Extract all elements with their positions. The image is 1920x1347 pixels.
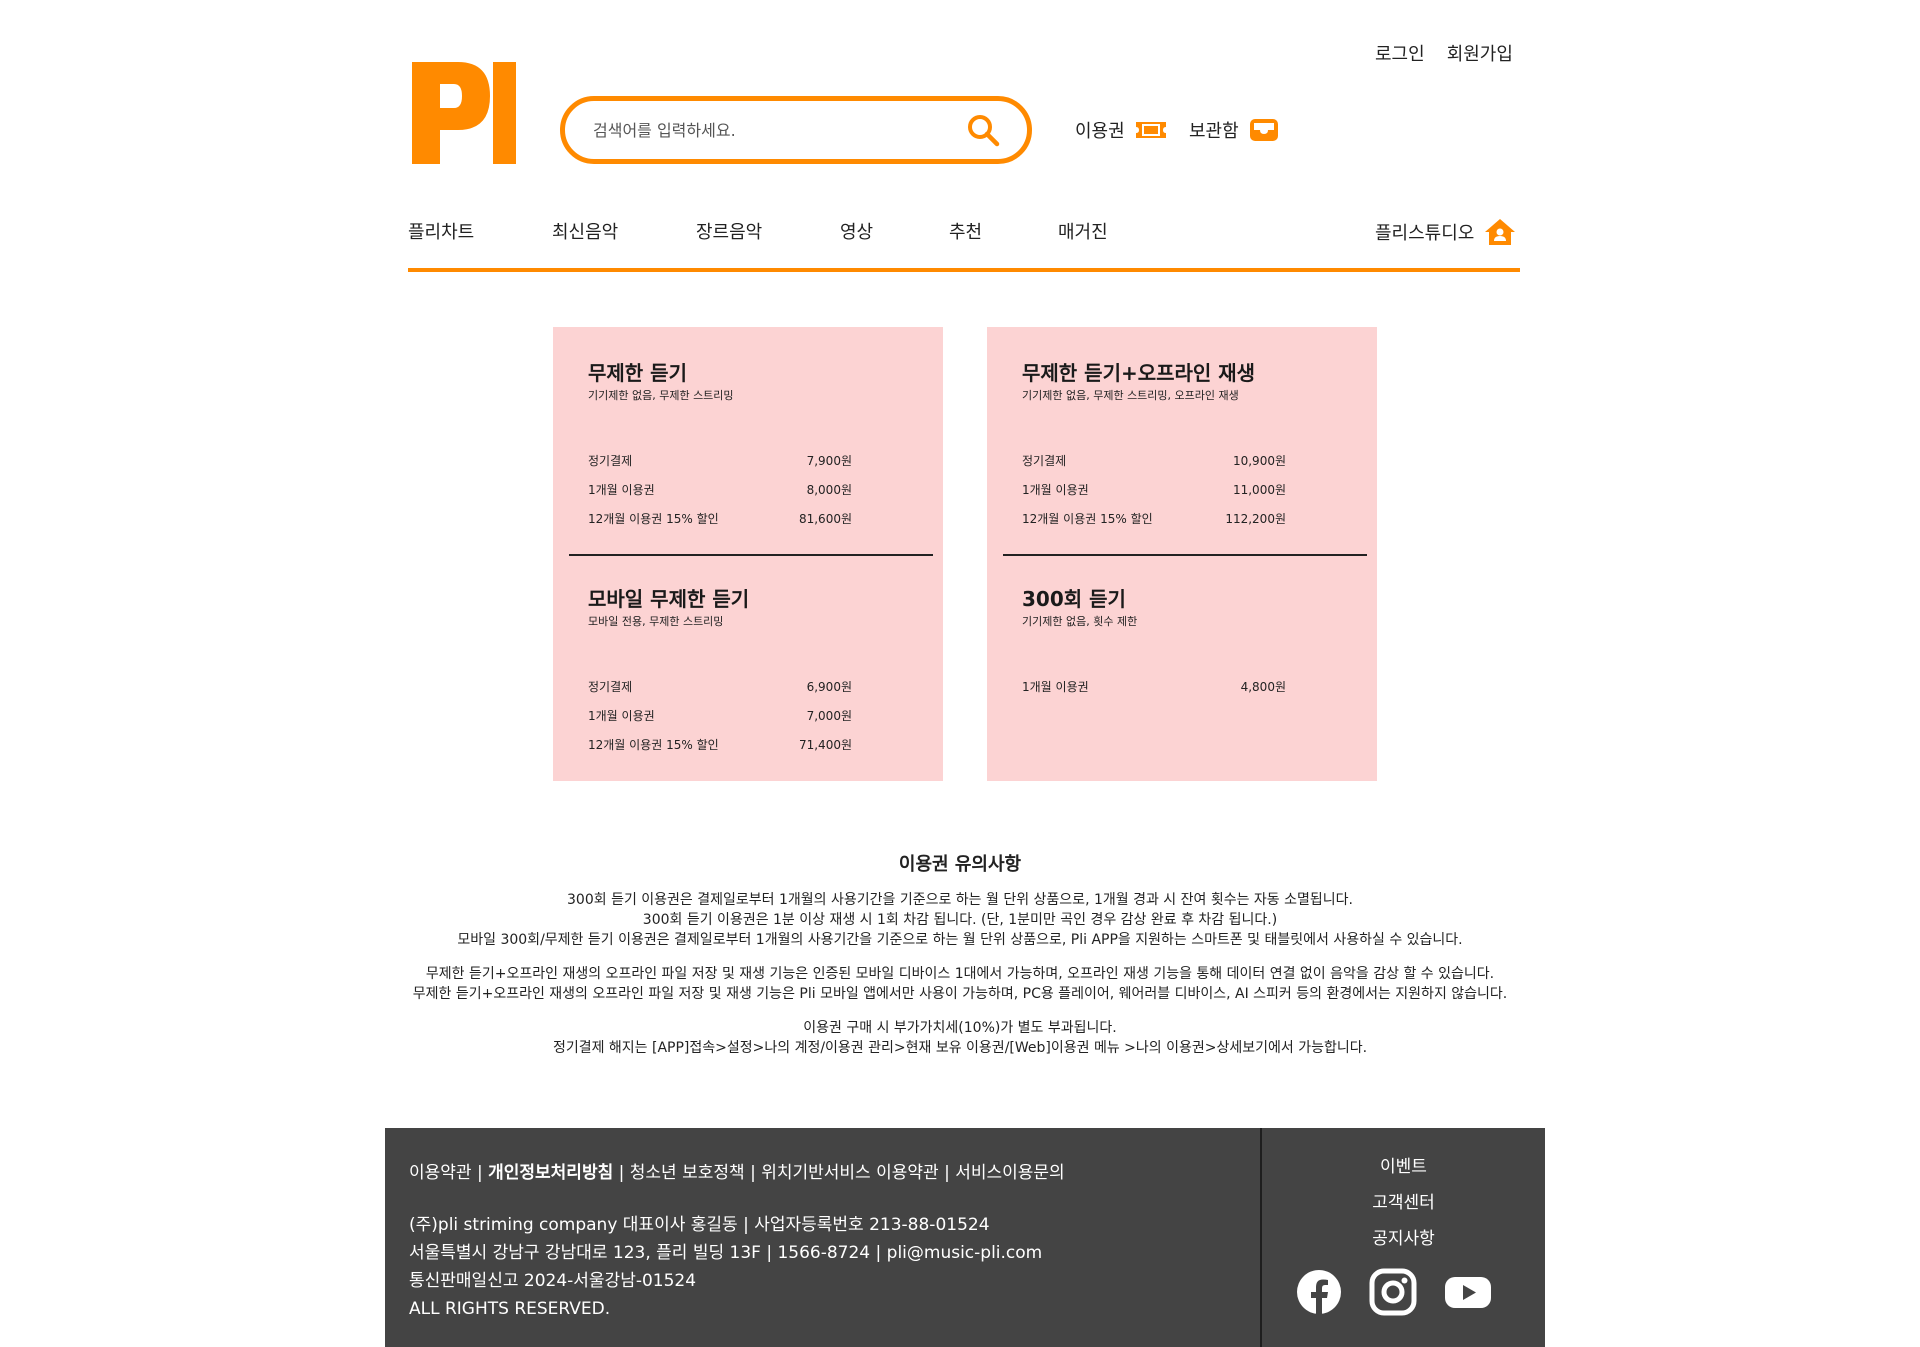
price-label: 12개월 이용권 15% 할인: [588, 738, 719, 752]
footer-separator: |: [613, 1163, 630, 1183]
footer-separator: |: [938, 1163, 956, 1183]
pli-logo[interactable]: [408, 60, 518, 168]
plan-title: 300회 듣기: [1022, 587, 1126, 611]
main-nav: 플리차트 최신음악 장르음악 영상 추천 매거진 플리스튜디오: [408, 218, 1520, 260]
footer-link-youth[interactable]: 청소년 보호정책: [630, 1163, 745, 1183]
search-input[interactable]: [591, 119, 965, 141]
address-line: 서울특별시 강남구 강남대로 123, 플리 빌딩 13F | 1566-872…: [409, 1243, 1043, 1263]
footer-links: 이용약관 | 개인정보처리방침 | 청소년 보호정책 | 위치기반서비스 이용약…: [409, 1158, 1065, 1183]
price-value: 11,000원: [1232, 483, 1286, 497]
footer-link-event[interactable]: 이벤트: [1262, 1156, 1545, 1192]
search-bar: [560, 96, 1032, 164]
nav-underline: [408, 268, 1520, 272]
price-label: 1개월 이용권: [1022, 483, 1089, 497]
nav-item-magazine[interactable]: 매거진: [1058, 218, 1108, 244]
footer-side-links: 이벤트 고객센터 공지사항: [1262, 1156, 1545, 1264]
nav-item-chart[interactable]: 플리차트: [408, 218, 474, 244]
price-value: 4,800원: [1240, 680, 1286, 694]
plan-subtitle: 기기제한 없음, 횟수 제한: [1022, 615, 1138, 628]
nav-item-video[interactable]: 영상: [840, 218, 873, 244]
footer-link-notice[interactable]: 공지사항: [1262, 1228, 1545, 1264]
price-label: 1개월 이용권: [588, 709, 655, 723]
price-label: 1개월 이용권: [1022, 680, 1089, 694]
price-label: 12개월 이용권 15% 할인: [1022, 512, 1153, 526]
plan-subtitle: 기기제한 없음, 무제한 스트리밍: [588, 389, 734, 402]
studio-label: 플리스튜디오: [1375, 223, 1475, 244]
price-label: 정기결제: [1022, 454, 1067, 468]
ticket-icon: [1135, 122, 1166, 138]
price-value: 6,900원: [806, 680, 852, 694]
youtube-icon[interactable]: [1443, 1268, 1493, 1316]
auth-links: 로그인 회원가입: [1375, 40, 1513, 66]
search-icon[interactable]: [965, 112, 1001, 148]
price-label: 1개월 이용권: [588, 483, 655, 497]
price-value: 7,900원: [806, 454, 852, 468]
company-line: (주)pli striming company 대표이사 홍길동 | 사업자등록…: [409, 1215, 990, 1235]
signup-link[interactable]: 회원가입: [1447, 40, 1513, 66]
plan-card-left: 무제한 듣기 기기제한 없음, 무제한 스트리밍 정기결제 7,900원 1개월…: [553, 327, 943, 781]
note-line: 이용권 구매 시 부가가치세(10%)가 별도 부과됩니다.: [803, 1020, 1117, 1036]
nav-item-genre[interactable]: 장르음악: [696, 218, 762, 244]
note-line: 300회 듣기 이용권은 1분 이상 재생 시 1회 차감 됩니다. (단, 1…: [642, 912, 1278, 928]
note-line: 무제한 듣기+오프라인 재생의 오프라인 파일 저장 및 재생 기능은 인증된 …: [425, 966, 1495, 982]
ticket-label: 이용권: [1075, 121, 1125, 142]
notes-group: 이용권 구매 시 부가가치세(10%)가 별도 부과됩니다. 정기결제 해지는 …: [0, 1018, 1920, 1058]
nav-item-latest[interactable]: 최신음악: [552, 218, 618, 244]
nav-item-recommend[interactable]: 추천: [949, 218, 982, 244]
registration-line: 통신판매일신고 2024-서울강남-01524: [409, 1271, 697, 1291]
ticket-menu[interactable]: 이용권: [1075, 117, 1167, 143]
notes-title: 이용권 유의사항: [898, 854, 1022, 875]
note-line: 300회 듣기 이용권은 결제일로부터 1개월의 사용기간을 기준으로 하는 월…: [567, 892, 1353, 908]
price-value: 112,200원: [1225, 512, 1286, 526]
inbox-icon: [1249, 119, 1278, 141]
note-line: 정기결제 해지는 [APP]접속>설정>나의 계정/이용권 관리>현재 보유 이…: [552, 1040, 1368, 1056]
notes-group: 무제한 듣기+오프라인 재생의 오프라인 파일 저장 및 재생 기능은 인증된 …: [0, 964, 1920, 1004]
note-line: 모바일 300회/무제한 듣기 이용권은 결제일로부터 1개월의 사용기간을 기…: [457, 932, 1463, 948]
plan-subtitle: 모바일 전용, 무제한 스트리밍: [588, 615, 724, 628]
footer-separator: |: [744, 1163, 762, 1183]
plan-title: 무제한 듣기+오프라인 재생: [1022, 361, 1256, 385]
price-label: 정기결제: [588, 680, 633, 694]
price-value: 7,000원: [806, 709, 852, 723]
price-value: 10,900원: [1232, 454, 1286, 468]
note-line: 무제한 듣기+오프라인 재생의 오프라인 파일 저장 및 재생 기능은 Pli …: [412, 986, 1508, 1002]
footer-link-support[interactable]: 고객센터: [1262, 1192, 1545, 1228]
site-footer: 이용약관 | 개인정보처리방침 | 청소년 보호정책 | 위치기반서비스 이용약…: [385, 1128, 1545, 1347]
studio-home-icon: [1485, 219, 1516, 245]
notes-group: 300회 듣기 이용권은 결제일로부터 1개월의 사용기간을 기준으로 하는 월…: [0, 890, 1920, 950]
company-info: (주)pli striming company 대표이사 홍길동 | 사업자등록…: [409, 1211, 1042, 1323]
storage-menu[interactable]: 보관함: [1189, 117, 1279, 143]
plan-title: 무제한 듣기: [588, 361, 687, 385]
storage-label: 보관함: [1189, 121, 1239, 142]
plan-card-right: 무제한 듣기+오프라인 재생 기기제한 없음, 무제한 스트리밍, 오프라인 재…: [987, 327, 1377, 781]
price-value: 71,400원: [798, 738, 852, 752]
login-link[interactable]: 로그인: [1375, 40, 1425, 66]
footer-link-location[interactable]: 위치기반서비스 이용약관: [761, 1163, 938, 1183]
plan-subtitle: 기기제한 없음, 무제한 스트리밍, 오프라인 재생: [1022, 389, 1239, 402]
price-value: 8,000원: [806, 483, 852, 497]
ticket-notes: 이용권 유의사항 300회 듣기 이용권은 결제일로부터 1개월의 사용기간을 …: [0, 850, 1920, 1072]
price-label: 정기결제: [588, 454, 633, 468]
footer-link-inquiry[interactable]: 서비스이용문의: [955, 1163, 1064, 1183]
instagram-icon[interactable]: [1369, 1268, 1417, 1316]
nav-item-studio[interactable]: 플리스튜디오: [1375, 218, 1516, 246]
facebook-icon[interactable]: [1295, 1268, 1343, 1316]
footer-link-privacy[interactable]: 개인정보처리방침: [488, 1163, 613, 1183]
price-label: 12개월 이용권 15% 할인: [588, 512, 719, 526]
plan-divider: [569, 554, 933, 556]
plan-title: 모바일 무제한 듣기: [588, 587, 750, 611]
footer-separator: |: [471, 1163, 489, 1183]
plan-divider: [1003, 554, 1367, 556]
price-value: 81,600원: [798, 512, 852, 526]
footer-link-terms[interactable]: 이용약관: [409, 1163, 472, 1183]
copyright-line: ALL RIGHTS RESERVED.: [409, 1299, 611, 1319]
social-links: [1295, 1268, 1493, 1316]
